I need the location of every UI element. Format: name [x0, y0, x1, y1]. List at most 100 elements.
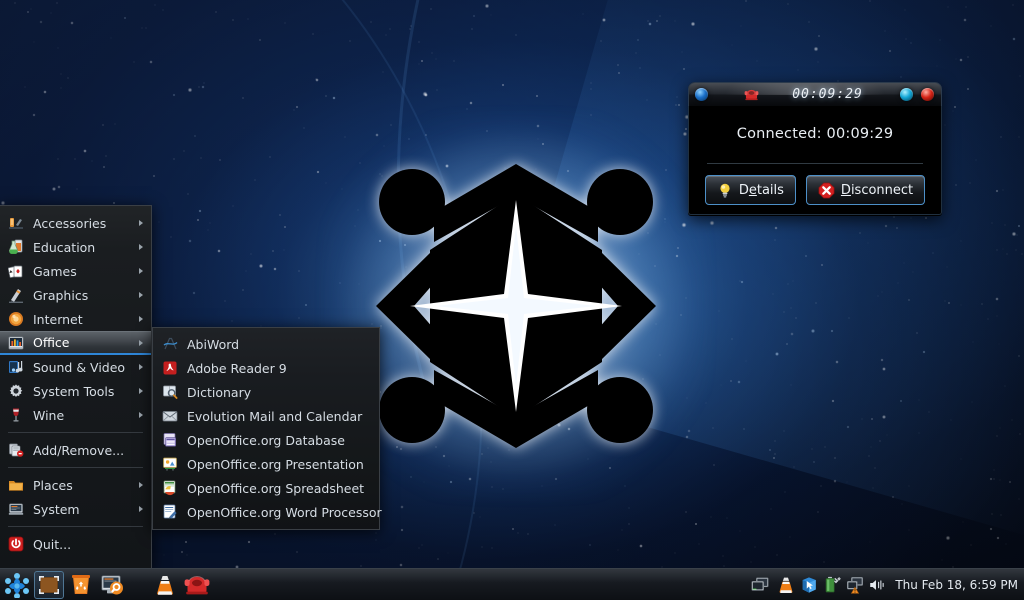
vlc-tray-icon[interactable] — [777, 576, 795, 594]
menu-separator — [8, 432, 143, 433]
menu-item-graphics[interactable]: Graphics — [0, 283, 151, 307]
menu-item-system[interactable]: System — [0, 497, 151, 521]
menu-separator — [8, 467, 143, 468]
menu-item-places[interactable]: Places — [0, 473, 151, 497]
chevron-right-icon — [139, 506, 143, 512]
menu-item-label: Wine — [33, 407, 65, 423]
dialog-title: 00:09:29 — [792, 87, 863, 102]
close-orb[interactable] — [921, 88, 934, 101]
vlc-button[interactable] — [150, 571, 180, 599]
menu-separator — [8, 526, 143, 527]
menu-item-games[interactable]: Games — [0, 259, 151, 283]
chevron-right-icon — [139, 220, 143, 226]
blue-cube-cursor-icon[interactable] — [800, 576, 818, 594]
menu-item-add-remove[interactable]: Add/Remove... — [0, 438, 151, 462]
add-remove-icon — [8, 442, 24, 458]
chevron-right-icon — [139, 244, 143, 250]
adobe-reader-icon — [162, 360, 178, 376]
lightbulb-icon — [717, 182, 733, 199]
education-icon — [8, 239, 24, 255]
menu-item-label: Education — [33, 239, 96, 255]
chevron-right-icon — [139, 388, 143, 394]
menu-item-education[interactable]: Education — [0, 235, 151, 259]
network-star-logo-icon — [376, 164, 656, 448]
quit-power-icon — [8, 536, 24, 552]
submenu-item-label: OpenOffice.org Presentation — [187, 456, 364, 472]
submenu-item-abiword[interactable]: AbiWord — [153, 332, 379, 356]
submenu-item-openoffice-database[interactable]: OpenOffice.org Database — [153, 428, 379, 452]
button-label: Details — [738, 182, 784, 198]
submenu-item-evolution[interactable]: Evolution Mail and Calendar — [153, 404, 379, 428]
submenu-item-label: OpenOffice.org Spreadsheet — [187, 480, 365, 496]
application-menu[interactable]: Accessories Education Games Graphics Int… — [0, 205, 152, 570]
dictionary-icon — [162, 384, 178, 400]
menu-button[interactable] — [2, 571, 32, 599]
system-tray — [748, 573, 887, 597]
sound-video-icon — [8, 359, 24, 375]
menu-item-label: Internet — [33, 311, 83, 327]
search-files-icon — [101, 574, 125, 596]
menu-item-system-tools[interactable]: System Tools — [0, 379, 151, 403]
menu-item-label: Graphics — [33, 287, 89, 303]
menu-item-sound-video[interactable]: Sound & Video — [0, 355, 151, 379]
dialog-titlebar[interactable]: 00:09:29 — [688, 82, 942, 106]
menu-item-accessories[interactable]: Accessories — [0, 211, 151, 235]
connection-dialog[interactable]: 00:09:29 Connected: 00:09:29 Details Dis… — [688, 82, 942, 216]
abiword-icon — [162, 336, 178, 352]
internet-icon — [8, 311, 24, 327]
trash-button[interactable] — [66, 571, 96, 599]
dialog-body: Connected: 00:09:29 Details Disconnect — [688, 106, 942, 215]
workspace-switcher[interactable] — [748, 573, 772, 597]
phone-button[interactable] — [182, 571, 212, 599]
screenshot-icon — [38, 575, 60, 595]
minimize-orb[interactable] — [900, 88, 913, 101]
submenu-item-openoffice-presentation[interactable]: OpenOffice.org Presentation — [153, 452, 379, 476]
taskbar: Thu Feb 18, 6:59 PM — [0, 568, 1024, 600]
chevron-right-icon — [139, 339, 143, 346]
menu-item-label: System — [33, 501, 80, 517]
workspace-switcher-icon — [751, 576, 769, 591]
menu-item-label: Add/Remove... — [33, 442, 125, 458]
office-icon — [8, 335, 24, 351]
chevron-right-icon — [139, 412, 143, 418]
menu-item-office[interactable]: Office — [0, 331, 151, 355]
games-icon — [7, 263, 24, 279]
office-submenu[interactable]: AbiWord Adobe Reader 9 Dictionary Evolut… — [152, 327, 382, 530]
dialog-separator — [706, 163, 924, 164]
screenshot-button[interactable] — [34, 570, 64, 599]
window-menu-orb[interactable] — [695, 88, 708, 101]
desktop-logo — [324, 114, 708, 498]
menu-item-quit[interactable]: Quit... — [0, 532, 151, 556]
details-button[interactable]: Details — [704, 175, 796, 205]
submenu-item-adobe-reader[interactable]: Adobe Reader 9 — [153, 356, 379, 380]
button-label: Disconnect — [840, 182, 914, 198]
submenu-item-label: Adobe Reader 9 — [187, 360, 287, 376]
menu-item-label: Quit... — [33, 536, 72, 552]
submenu-item-label: Evolution Mail and Calendar — [187, 408, 363, 424]
menu-item-label: System Tools — [33, 383, 115, 399]
menu-item-label: Games — [33, 263, 77, 279]
network-warning-icon[interactable] — [846, 576, 864, 594]
vlc-cone-icon — [155, 574, 175, 596]
chevron-right-icon — [139, 268, 143, 274]
submenu-item-dictionary[interactable]: Dictionary — [153, 380, 379, 404]
evolution-mail-icon — [162, 408, 178, 424]
error-x-icon — [818, 182, 835, 199]
taskbar-launchers — [0, 570, 212, 599]
volume-icon[interactable] — [869, 576, 887, 594]
connection-status-text: Connected: 00:09:29 — [736, 126, 894, 142]
trash-icon — [70, 574, 92, 596]
blue-flower-menu-icon — [4, 572, 30, 598]
submenu-item-openoffice-writer[interactable]: OpenOffice.org Word Processor — [153, 500, 382, 524]
search-button[interactable] — [98, 571, 128, 599]
battery-charging-icon[interactable] — [823, 576, 842, 594]
submenu-item-label: OpenOffice.org Word Processor — [187, 504, 382, 520]
submenu-item-openoffice-spreadsheet[interactable]: OpenOffice.org Spreadsheet — [153, 476, 379, 500]
submenu-item-label: AbiWord — [187, 336, 240, 352]
disconnect-button[interactable]: Disconnect — [805, 175, 926, 205]
chevron-right-icon — [139, 364, 143, 370]
menu-item-wine[interactable]: Wine — [0, 403, 151, 427]
chevron-right-icon — [139, 316, 143, 322]
menu-item-internet[interactable]: Internet — [0, 307, 151, 331]
clock[interactable]: Thu Feb 18, 6:59 PM — [891, 578, 1018, 592]
